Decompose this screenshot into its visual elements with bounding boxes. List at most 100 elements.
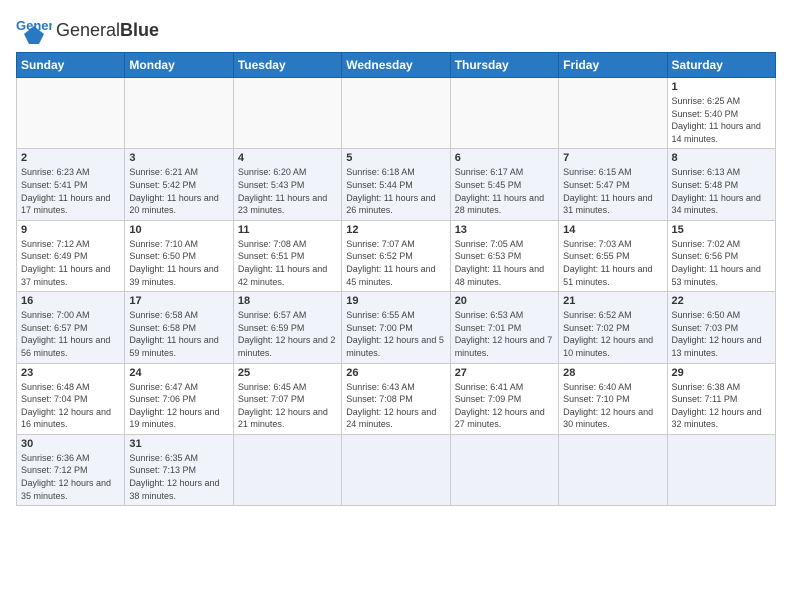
calendar-cell	[559, 78, 667, 149]
calendar-week-row: 23 Sunrise: 6:48 AM Sunset: 7:04 PM Dayli…	[17, 363, 776, 434]
day-info: Sunrise: 6:47 AM Sunset: 7:06 PM Dayligh…	[129, 381, 228, 431]
calendar-cell: 26 Sunrise: 6:43 AM Sunset: 7:08 PM Dayli…	[342, 363, 450, 434]
day-info: Sunrise: 6:41 AM Sunset: 7:09 PM Dayligh…	[455, 381, 554, 431]
day-number: 1	[672, 81, 771, 93]
day-info: Sunrise: 7:08 AM Sunset: 6:51 PM Dayligh…	[238, 238, 337, 288]
day-number: 5	[346, 152, 445, 164]
day-number: 15	[672, 224, 771, 236]
weekday-header-thursday: Thursday	[450, 53, 558, 78]
calendar-cell	[667, 434, 775, 505]
calendar-cell	[233, 434, 341, 505]
weekday-header-sunday: Sunday	[17, 53, 125, 78]
calendar-cell: 13 Sunrise: 7:05 AM Sunset: 6:53 PM Dayli…	[450, 220, 558, 291]
day-number: 19	[346, 295, 445, 307]
calendar-cell: 4Sunrise: 6:20 AM Sunset: 5:43 PM Daylig…	[233, 149, 341, 220]
day-number: 2	[21, 152, 120, 164]
day-info: Sunrise: 6:13 AM Sunset: 5:48 PM Dayligh…	[672, 166, 771, 216]
calendar-cell: 1Sunrise: 6:25 AM Sunset: 5:40 PM Daylig…	[667, 78, 775, 149]
calendar-week-row: 30 Sunrise: 6:36 AM Sunset: 7:12 PM Dayli…	[17, 434, 776, 505]
day-number: 13	[455, 224, 554, 236]
day-info: Sunrise: 7:02 AM Sunset: 6:56 PM Dayligh…	[672, 238, 771, 288]
day-info: Sunrise: 7:12 AM Sunset: 6:49 PM Dayligh…	[21, 238, 120, 288]
calendar-cell: 19Sunrise: 6:55 AM Sunset: 7:00 PM Dayli…	[342, 292, 450, 363]
calendar-cell: 22 Sunrise: 6:50 AM Sunset: 7:03 PM Dayli…	[667, 292, 775, 363]
weekday-header-saturday: Saturday	[667, 53, 775, 78]
day-info: Sunrise: 6:58 AM Sunset: 6:58 PM Dayligh…	[129, 309, 228, 359]
day-info: Sunrise: 6:48 AM Sunset: 7:04 PM Dayligh…	[21, 381, 120, 431]
calendar-cell	[450, 78, 558, 149]
day-info: Sunrise: 6:38 AM Sunset: 7:11 PM Dayligh…	[672, 381, 771, 431]
calendar-cell: 25Sunrise: 6:45 AM Sunset: 7:07 PM Dayli…	[233, 363, 341, 434]
day-info: Sunrise: 6:21 AM Sunset: 5:42 PM Dayligh…	[129, 166, 228, 216]
calendar-cell: 16 Sunrise: 7:00 AM Sunset: 6:57 PM Dayli…	[17, 292, 125, 363]
calendar-cell: 18Sunrise: 6:57 AM Sunset: 6:59 PM Dayli…	[233, 292, 341, 363]
day-info: Sunrise: 6:57 AM Sunset: 6:59 PM Dayligh…	[238, 309, 337, 359]
calendar-cell: 28 Sunrise: 6:40 AM Sunset: 7:10 PM Dayli…	[559, 363, 667, 434]
day-info: Sunrise: 6:43 AM Sunset: 7:08 PM Dayligh…	[346, 381, 445, 431]
day-number: 11	[238, 224, 337, 236]
calendar-cell: 6Sunrise: 6:17 AM Sunset: 5:45 PM Daylig…	[450, 149, 558, 220]
calendar-cell: 5Sunrise: 6:18 AM Sunset: 5:44 PM Daylig…	[342, 149, 450, 220]
day-info: Sunrise: 6:15 AM Sunset: 5:47 PM Dayligh…	[563, 166, 662, 216]
day-number: 17	[129, 295, 228, 307]
calendar-cell: 20Sunrise: 6:53 AM Sunset: 7:01 PM Dayli…	[450, 292, 558, 363]
weekday-header-tuesday: Tuesday	[233, 53, 341, 78]
day-info: Sunrise: 6:53 AM Sunset: 7:01 PM Dayligh…	[455, 309, 554, 359]
day-number: 27	[455, 367, 554, 379]
calendar-week-row: 2 Sunrise: 6:23 AM Sunset: 5:41 PM Daylig…	[17, 149, 776, 220]
calendar-cell	[342, 78, 450, 149]
day-info: Sunrise: 7:03 AM Sunset: 6:55 PM Dayligh…	[563, 238, 662, 288]
day-info: Sunrise: 6:52 AM Sunset: 7:02 PM Dayligh…	[563, 309, 662, 359]
calendar-cell: 12 Sunrise: 7:07 AM Sunset: 6:52 PM Dayli…	[342, 220, 450, 291]
calendar-cell: 23 Sunrise: 6:48 AM Sunset: 7:04 PM Dayli…	[17, 363, 125, 434]
day-info: Sunrise: 7:05 AM Sunset: 6:53 PM Dayligh…	[455, 238, 554, 288]
calendar-cell	[17, 78, 125, 149]
page-header: General GeneralBlue	[16, 16, 776, 44]
calendar-cell: 14 Sunrise: 7:03 AM Sunset: 6:55 PM Dayli…	[559, 220, 667, 291]
calendar-cell: 30 Sunrise: 6:36 AM Sunset: 7:12 PM Dayli…	[17, 434, 125, 505]
day-number: 26	[346, 367, 445, 379]
day-info: Sunrise: 6:40 AM Sunset: 7:10 PM Dayligh…	[563, 381, 662, 431]
weekday-header-monday: Monday	[125, 53, 233, 78]
day-number: 12	[346, 224, 445, 236]
calendar-week-row: 1Sunrise: 6:25 AM Sunset: 5:40 PM Daylig…	[17, 78, 776, 149]
day-info: Sunrise: 6:36 AM Sunset: 7:12 PM Dayligh…	[21, 452, 120, 502]
calendar-cell: 21 Sunrise: 6:52 AM Sunset: 7:02 PM Dayli…	[559, 292, 667, 363]
day-number: 22	[672, 295, 771, 307]
day-info: Sunrise: 6:17 AM Sunset: 5:45 PM Dayligh…	[455, 166, 554, 216]
calendar-cell: 2 Sunrise: 6:23 AM Sunset: 5:41 PM Daylig…	[17, 149, 125, 220]
calendar-cell	[233, 78, 341, 149]
weekday-header-wednesday: Wednesday	[342, 53, 450, 78]
calendar-cell: 7 Sunrise: 6:15 AM Sunset: 5:47 PM Daylig…	[559, 149, 667, 220]
day-number: 24	[129, 367, 228, 379]
calendar-cell: 24 Sunrise: 6:47 AM Sunset: 7:06 PM Dayli…	[125, 363, 233, 434]
calendar-cell: 15 Sunrise: 7:02 AM Sunset: 6:56 PM Dayli…	[667, 220, 775, 291]
calendar-cell: 17 Sunrise: 6:58 AM Sunset: 6:58 PM Dayli…	[125, 292, 233, 363]
day-number: 7	[563, 152, 662, 164]
day-info: Sunrise: 6:35 AM Sunset: 7:13 PM Dayligh…	[129, 452, 228, 502]
day-number: 10	[129, 224, 228, 236]
day-number: 16	[21, 295, 120, 307]
logo-text: GeneralBlue	[56, 21, 159, 39]
day-number: 14	[563, 224, 662, 236]
calendar-table: SundayMondayTuesdayWednesdayThursdayFrid…	[16, 52, 776, 506]
day-number: 21	[563, 295, 662, 307]
calendar-cell	[450, 434, 558, 505]
day-info: Sunrise: 7:07 AM Sunset: 6:52 PM Dayligh…	[346, 238, 445, 288]
calendar-cell: 29Sunrise: 6:38 AM Sunset: 7:11 PM Dayli…	[667, 363, 775, 434]
calendar-cell: 10 Sunrise: 7:10 AM Sunset: 6:50 PM Dayli…	[125, 220, 233, 291]
day-info: Sunrise: 7:00 AM Sunset: 6:57 PM Dayligh…	[21, 309, 120, 359]
day-number: 23	[21, 367, 120, 379]
day-info: Sunrise: 6:20 AM Sunset: 5:43 PM Dayligh…	[238, 166, 337, 216]
day-info: Sunrise: 6:50 AM Sunset: 7:03 PM Dayligh…	[672, 309, 771, 359]
day-number: 30	[21, 438, 120, 450]
day-number: 28	[563, 367, 662, 379]
weekday-header-row: SundayMondayTuesdayWednesdayThursdayFrid…	[17, 53, 776, 78]
calendar-cell: 9 Sunrise: 7:12 AM Sunset: 6:49 PM Daylig…	[17, 220, 125, 291]
day-number: 8	[672, 152, 771, 164]
calendar-cell	[342, 434, 450, 505]
calendar-cell: 11 Sunrise: 7:08 AM Sunset: 6:51 PM Dayli…	[233, 220, 341, 291]
day-info: Sunrise: 7:10 AM Sunset: 6:50 PM Dayligh…	[129, 238, 228, 288]
day-number: 9	[21, 224, 120, 236]
day-info: Sunrise: 6:23 AM Sunset: 5:41 PM Dayligh…	[21, 166, 120, 216]
